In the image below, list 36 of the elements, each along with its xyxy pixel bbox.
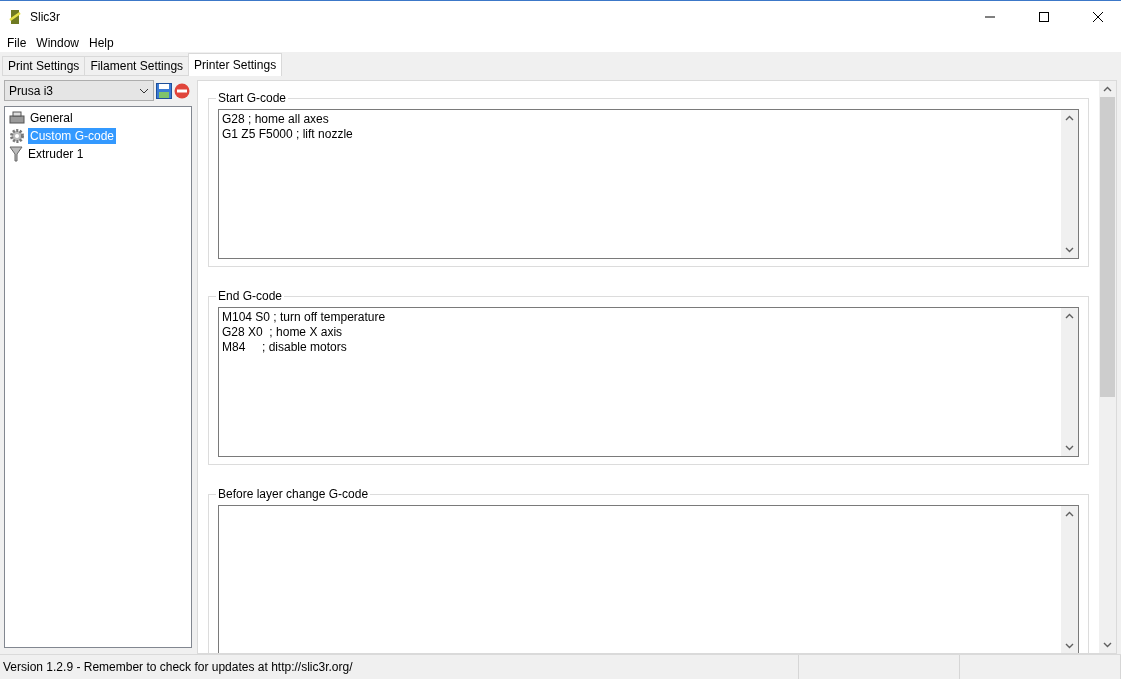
app-logo-icon [8, 9, 22, 25]
code-field[interactable]: M104 S0 ; turn off temperature G28 X0 ; home X axis M84 ; disable motors [218, 307, 1079, 457]
menu-item[interactable]: Window [31, 35, 85, 50]
menu-item[interactable]: Help [84, 35, 119, 50]
scroll-down-icon[interactable] [1065, 247, 1074, 253]
code-field[interactable]: G28 ; home all axes G1 Z5 F5000 ; lift nozzle [218, 109, 1079, 259]
save-icon[interactable] [156, 82, 172, 99]
scroll-up-icon[interactable] [1065, 313, 1074, 319]
scrollbar[interactable] [1099, 81, 1116, 653]
scroll-up-icon[interactable] [1103, 86, 1112, 92]
scroll-up-icon[interactable] [1065, 511, 1074, 517]
delete-icon[interactable] [174, 82, 190, 99]
scroll-down-icon[interactable] [1103, 642, 1112, 648]
maximize-icon [1039, 12, 1049, 22]
group-title: End G-code [217, 289, 284, 303]
tree-item[interactable]: General [28, 110, 75, 126]
preset-dropdown[interactable]: Prusa i3 [4, 80, 154, 101]
window-title: Slic3r [30, 10, 61, 24]
code-text: G28 ; home all axes G1 Z5 F5000 ; lift nozzle [221, 111, 354, 143]
funnel-icon [9, 146, 23, 162]
close-icon [1093, 12, 1103, 22]
scroll-down-icon[interactable] [1065, 643, 1074, 649]
tree-item[interactable]: Extruder 1 [26, 146, 86, 162]
tab[interactable]: Filament Settings [84, 56, 190, 76]
tab[interactable]: Printer Settings [188, 53, 283, 76]
group-title: Before layer change G-code [217, 487, 370, 501]
menu-item[interactable]: File [2, 35, 32, 50]
status-text: Version 1.2.9 - Remember to check for updates at http://slic3r.org/ [0, 655, 799, 679]
tab[interactable]: Print Settings [2, 56, 86, 76]
scroll-up-icon[interactable] [1065, 115, 1074, 121]
chevron-down-icon [139, 87, 149, 94]
scroll-down-icon[interactable] [1065, 445, 1074, 451]
printer-icon [9, 111, 25, 125]
group-title: Start G-code [217, 91, 288, 105]
gear-icon [9, 128, 25, 144]
code-text: M104 S0 ; turn off temperature G28 X0 ; home X axis M84 ; disable motors [221, 309, 387, 356]
